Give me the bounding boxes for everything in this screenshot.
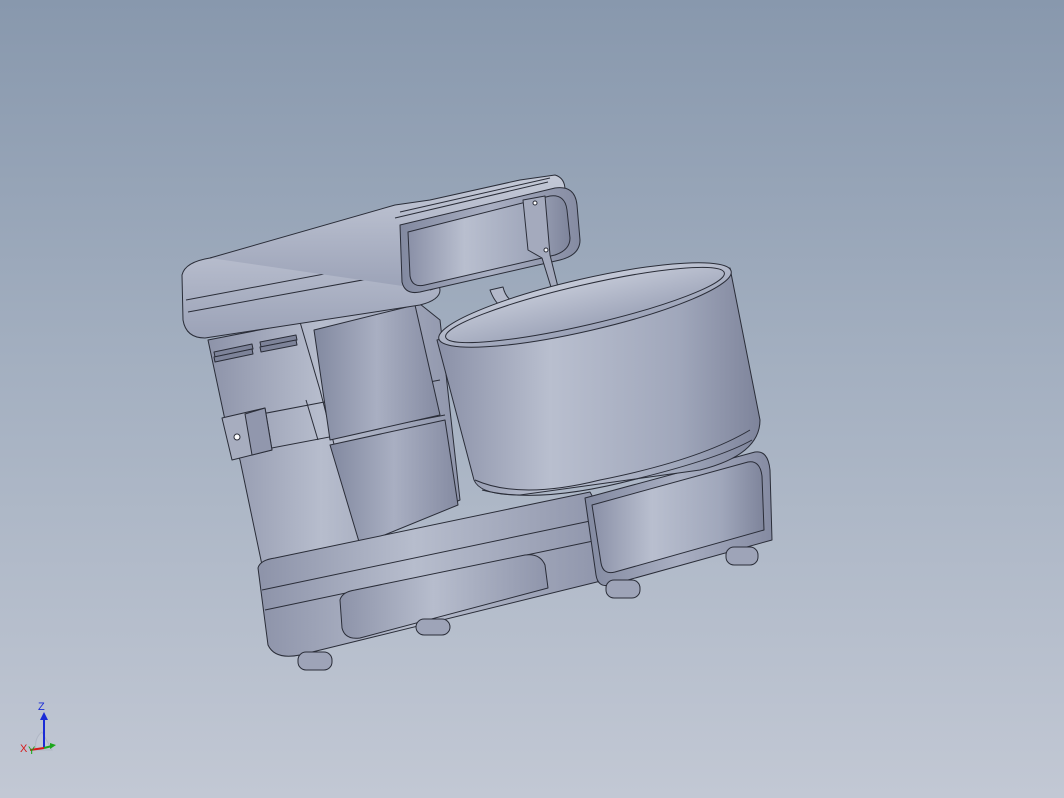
axis-triad: Z X Y	[20, 701, 56, 757]
z-axis-arrow	[40, 712, 48, 720]
y-axis-label: Y	[28, 745, 36, 757]
cad-viewport[interactable]: Z X Y	[0, 0, 1064, 798]
side-switch[interactable]	[221, 407, 273, 461]
y-axis-arrow	[50, 743, 56, 749]
z-axis-label: Z	[38, 701, 45, 713]
x-axis-label: X	[20, 743, 28, 755]
mixing-bowl[interactable]	[433, 246, 761, 496]
mixer-model[interactable]	[0, 0, 1064, 798]
